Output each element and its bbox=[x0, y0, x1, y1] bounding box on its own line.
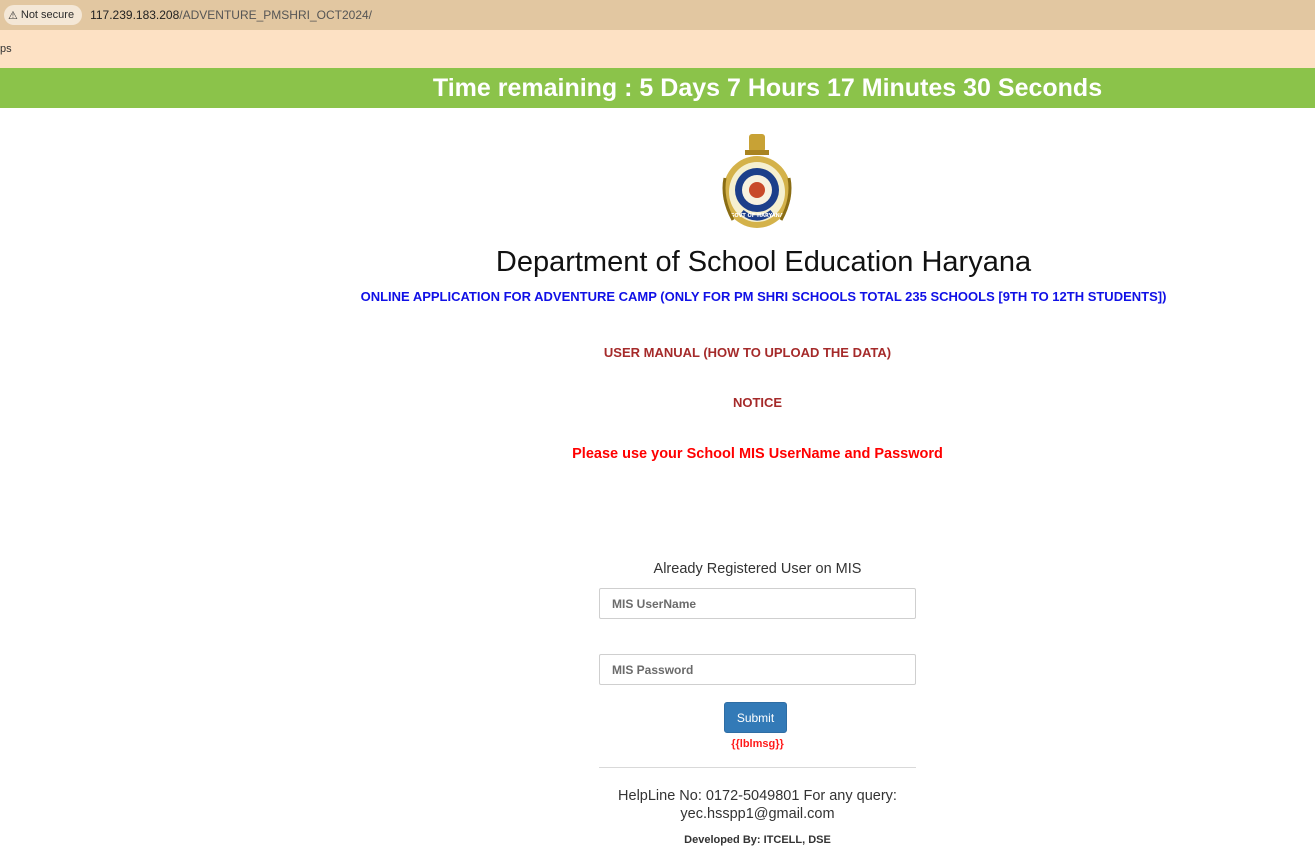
browser-address-bar[interactable]: ⚠ Not secure 117.239.183.208/ADVENTURE_P… bbox=[0, 0, 1315, 30]
page-subtitle: ONLINE APPLICATION FOR ADVENTURE CAMP (O… bbox=[360, 289, 1167, 304]
footer-divider bbox=[599, 767, 916, 768]
security-label: Not secure bbox=[20, 9, 75, 21]
submit-button[interactable]: Submit bbox=[724, 702, 787, 733]
time-remaining-text: Time remaining : 5 Days 7 Hours 17 Minut… bbox=[432, 73, 1103, 102]
emblem-caption: GOVT OF HARYANA bbox=[730, 213, 783, 219]
bookmarks-bar: ps bbox=[0, 30, 1315, 68]
haryana-govt-emblem-icon: GOVT OF HARYANA bbox=[711, 126, 803, 234]
login-heading: Already Registered User on MIS bbox=[653, 561, 862, 577]
security-indicator[interactable]: ⚠ Not secure bbox=[4, 5, 83, 25]
warning-triangle-icon: ⚠ bbox=[8, 9, 18, 22]
notice-link[interactable]: NOTICE bbox=[0, 395, 1315, 410]
credentials-instruction: Please use your School MIS UserName and … bbox=[572, 446, 943, 462]
page-title: Department of School Education Haryana bbox=[495, 246, 1032, 278]
url-path: /ADVENTURE_PMSHRI_OCT2024/ bbox=[179, 8, 373, 22]
mis-password-input[interactable] bbox=[599, 654, 916, 685]
login-message: {{lblmsg}} bbox=[731, 738, 784, 750]
developed-by: Developed By: ITCELL, DSE bbox=[684, 834, 831, 846]
helpline-text: HelpLine No: 0172-5049801 For any query:… bbox=[618, 788, 897, 822]
bookmark-apps[interactable]: ps bbox=[0, 43, 12, 55]
user-manual-link[interactable]: USER MANUAL (HOW TO UPLOAD THE DATA) bbox=[0, 345, 1315, 360]
timer-banner: Time remaining : 5 Days 7 Hours 17 Minut… bbox=[0, 68, 1315, 108]
url-host: 117.239.183.208 bbox=[90, 8, 180, 22]
url-text[interactable]: 117.239.183.208/ADVENTURE_PMSHRI_OCT2024… bbox=[90, 8, 372, 22]
mis-username-input[interactable] bbox=[599, 588, 916, 619]
emblem-svg: GOVT OF HARYANA bbox=[722, 134, 792, 228]
